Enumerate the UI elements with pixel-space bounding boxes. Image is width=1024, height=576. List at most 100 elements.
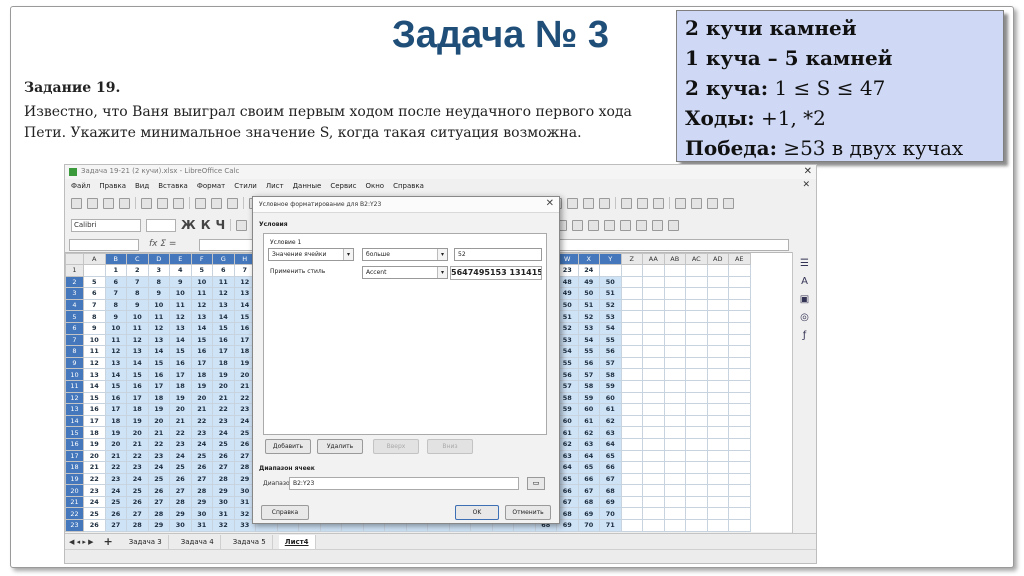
grid-cell[interactable]: 69 [577,507,600,521]
grid-cell[interactable]: 27 [126,507,149,521]
grid-cell[interactable]: 9 [169,275,192,289]
grid-cell[interactable]: 13 [126,345,149,358]
grid-cell[interactable] [685,472,708,486]
toolbar-button[interactable] [195,197,206,209]
grid-cell[interactable] [706,414,729,428]
grid-cell[interactable] [642,495,665,509]
grid-cell[interactable]: 70 [577,519,600,532]
grid-cell[interactable] [728,449,751,463]
grid-cell[interactable]: 28 [126,519,149,532]
bold-icon[interactable]: Ж [181,219,196,231]
grid-cell[interactable] [728,495,751,509]
toolbar-button[interactable] [567,197,578,209]
grid-cell[interactable]: 8 [104,298,127,312]
grid-cell[interactable]: 23 [190,426,213,439]
toolbar-button[interactable] [572,219,584,231]
grid-cell[interactable]: 17 [126,391,149,405]
grid-cell[interactable]: 13 [83,368,106,381]
grid-cell[interactable] [642,264,665,277]
grid-cell[interactable]: 13 [169,321,192,335]
grid-cell[interactable] [728,356,751,370]
toolbar-button[interactable] [620,219,632,231]
row-header[interactable]: 15 [65,426,84,439]
grid-cell[interactable] [663,321,686,335]
grid-cell[interactable] [620,356,643,370]
grid-cell[interactable] [642,310,665,323]
grid-cell[interactable]: 5 [83,275,106,289]
grid-cell[interactable] [728,472,751,486]
menu-view[interactable]: Вид [135,179,149,193]
toolbar-button[interactable] [583,197,594,209]
style-dropdown[interactable]: Accent ▾ [362,266,448,279]
row-header[interactable]: 12 [65,391,84,405]
grid-cell[interactable]: 29 [190,495,213,509]
grid-cell[interactable]: 59 [599,379,622,393]
grid-cell[interactable] [642,437,665,451]
row-header[interactable]: 20 [65,484,84,497]
grid-cell[interactable] [642,287,665,300]
grid-cell[interactable] [728,333,751,347]
grid-cell[interactable] [620,345,643,358]
grid-cell[interactable]: 18 [126,403,149,416]
grid-cell[interactable] [685,507,708,521]
toolbar-button[interactable] [604,219,616,231]
grid-cell[interactable]: 64 [599,437,622,451]
grid-cell[interactable]: 57 [599,356,622,370]
grid-cell[interactable] [663,333,686,347]
grid-cell[interactable]: 23 [126,461,149,474]
grid-cell[interactable]: 14 [169,333,192,347]
grid-cell[interactable]: 9 [104,310,127,323]
font-size-box[interactable] [146,218,176,232]
grid-cell[interactable] [685,495,708,509]
grid-cell[interactable]: 15 [104,379,127,393]
grid-cell[interactable] [642,472,665,486]
grid-cell[interactable] [685,275,708,289]
column-header[interactable]: AC [685,253,708,265]
grid-cell[interactable]: 62 [599,414,622,428]
column-header[interactable]: A [83,253,106,265]
grid-cell[interactable]: 26 [169,472,192,486]
grid-cell[interactable]: 18 [212,356,235,370]
grid-cell[interactable] [728,519,751,532]
grid-cell[interactable] [706,287,729,300]
grid-cell[interactable]: 24 [190,437,213,451]
row-header[interactable]: 2 [65,275,84,289]
sidebar-properties-icon[interactable]: ☰ [799,258,811,270]
grid-cell[interactable] [620,484,643,497]
grid-cell[interactable]: 18 [147,391,170,405]
grid-cell[interactable]: 53 [577,321,600,335]
grid-cell[interactable] [663,403,686,416]
row-header[interactable]: 8 [65,345,84,358]
grid-cell[interactable] [706,298,729,312]
grid-cell[interactable] [728,298,751,312]
grid-cell[interactable] [663,379,686,393]
grid-cell[interactable]: 19 [147,403,170,416]
grid-cell[interactable]: 19 [126,414,149,428]
grid-cell[interactable] [706,472,729,486]
dialog-close-icon[interactable]: ✕ [546,198,554,209]
toolbar-button[interactable] [588,219,600,231]
grid-cell[interactable] [706,403,729,416]
grid-cell[interactable]: 25 [212,437,235,451]
grid-cell[interactable]: 24 [212,426,235,439]
grid-cell[interactable]: 24 [169,449,192,463]
grid-cell[interactable]: 18 [83,426,106,439]
grid-cell[interactable]: 66 [599,461,622,474]
sheet-tab-task5[interactable]: Задача 5 [227,534,273,549]
grid-cell[interactable]: 58 [599,368,622,381]
grid-cell[interactable]: 55 [599,333,622,347]
grid-cell[interactable]: 10 [169,287,192,300]
grid-cell[interactable]: 14 [83,379,106,393]
grid-cell[interactable]: 16 [147,368,170,381]
grid-cell[interactable]: 11 [212,275,235,289]
grid-cell[interactable]: 15 [169,345,192,358]
grid-cell[interactable]: 30 [212,495,235,509]
grid-cell[interactable] [620,379,643,393]
row-header[interactable]: 19 [65,472,84,486]
grid-cell[interactable] [706,507,729,521]
grid-cell[interactable]: 30 [169,519,192,532]
grid-cell[interactable]: 22 [104,461,127,474]
grid-cell[interactable]: 29 [169,507,192,521]
grid-cell[interactable]: 7 [104,287,127,300]
grid-cell[interactable] [642,507,665,521]
